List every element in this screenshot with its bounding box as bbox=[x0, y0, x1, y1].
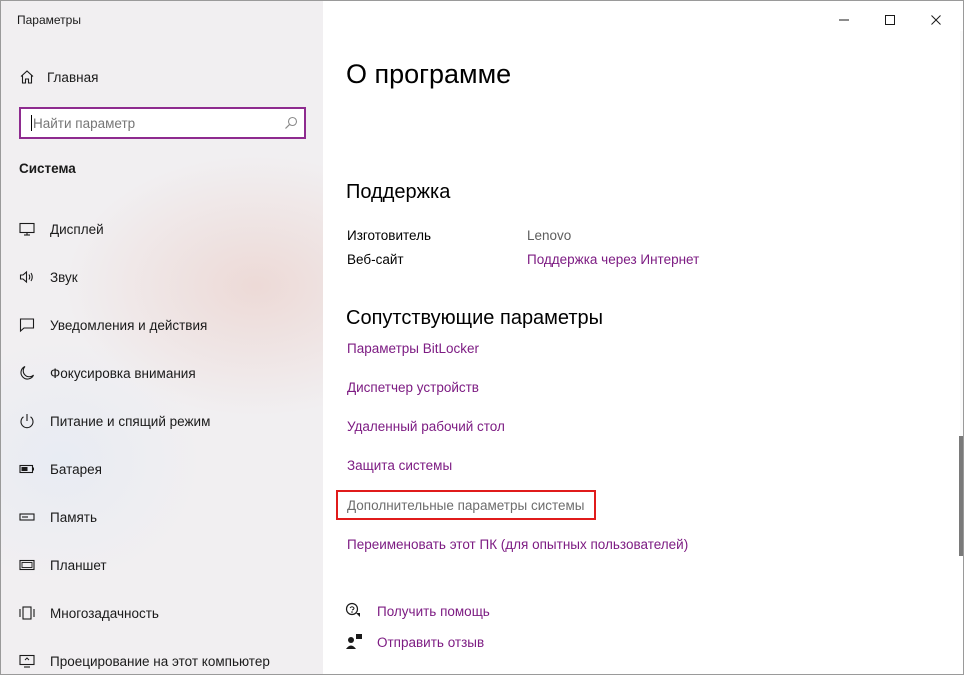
sidebar-item-label: Дисплей bbox=[50, 221, 104, 237]
close-icon bbox=[931, 15, 941, 25]
multitasking-icon bbox=[19, 605, 35, 621]
sidebar-item-label: Уведомления и действия bbox=[50, 317, 208, 333]
moon-icon bbox=[19, 365, 35, 381]
search-icon[interactable] bbox=[284, 116, 298, 130]
send-feedback-link[interactable]: Отправить отзыв bbox=[345, 631, 484, 653]
projection-icon bbox=[19, 653, 35, 669]
sidebar-item-label: Память bbox=[50, 509, 98, 525]
speaker-icon bbox=[19, 269, 35, 285]
help-chat-icon bbox=[345, 602, 363, 620]
sidebar-item-label: Многозадачность bbox=[50, 605, 159, 621]
red-highlight-frame bbox=[336, 490, 596, 520]
feedback-person-icon bbox=[345, 633, 363, 651]
home-label: Главная bbox=[47, 69, 99, 85]
system-protection-link[interactable]: Защита системы bbox=[347, 458, 452, 473]
sidebar-item-label: Фокусировка внимания bbox=[50, 365, 196, 381]
close-button[interactable] bbox=[913, 5, 959, 35]
send-feedback-label: Отправить отзыв bbox=[377, 634, 485, 650]
sidebar-item-sound[interactable]: Звук bbox=[19, 265, 78, 289]
section-title-system: Система bbox=[19, 161, 76, 176]
sidebar-item-storage[interactable]: Память bbox=[19, 505, 97, 529]
sidebar-item-display[interactable]: Дисплей bbox=[19, 217, 104, 241]
sidebar-item-power-sleep[interactable]: Питание и спящий режим bbox=[19, 409, 210, 433]
get-help-link[interactable]: Получить помощь bbox=[345, 600, 490, 622]
sidebar-item-label: Планшет bbox=[50, 557, 107, 573]
main-content: О программе Поддержка Изготовитель Lenov… bbox=[323, 1, 963, 674]
monitor-icon bbox=[19, 221, 35, 237]
sidebar-item-projection[interactable]: Проецирование на этот компьютер bbox=[19, 649, 270, 673]
home-icon bbox=[20, 70, 34, 84]
remote-desktop-link[interactable]: Удаленный рабочий стол bbox=[347, 419, 505, 434]
maximize-button[interactable] bbox=[867, 5, 913, 35]
search-input[interactable] bbox=[33, 109, 283, 137]
sidebar-item-focus-assist[interactable]: Фокусировка внимания bbox=[19, 361, 196, 385]
sidebar: Параметры Главная Система Дисплей Звук У… bbox=[1, 1, 323, 674]
sidebar-item-label: Батарея bbox=[50, 461, 102, 477]
bitlocker-link[interactable]: Параметры BitLocker bbox=[347, 341, 479, 356]
storage-icon bbox=[19, 509, 35, 525]
sidebar-item-label: Звук bbox=[50, 269, 78, 285]
power-icon bbox=[19, 413, 35, 429]
sidebar-item-battery[interactable]: Батарея bbox=[19, 457, 102, 481]
support-website-link[interactable]: Поддержка через Интернет bbox=[527, 252, 699, 267]
support-heading: Поддержка bbox=[346, 181, 451, 203]
sidebar-item-notifications[interactable]: Уведомления и действия bbox=[19, 313, 207, 337]
sidebar-item-multitasking[interactable]: Многозадачность bbox=[19, 601, 159, 625]
app-title: Параметры bbox=[17, 13, 81, 27]
sidebar-item-label: Проецирование на этот компьютер bbox=[50, 653, 270, 669]
sidebar-item-label: Питание и спящий режим bbox=[50, 413, 211, 429]
device-manager-link[interactable]: Диспетчер устройств bbox=[347, 380, 479, 395]
related-settings-heading: Сопутствующие параметры bbox=[346, 307, 604, 329]
minimize-icon bbox=[839, 19, 849, 21]
minimize-button[interactable] bbox=[821, 5, 867, 35]
get-help-label: Получить помощь bbox=[377, 603, 490, 619]
sidebar-item-tablet[interactable]: Планшет bbox=[19, 553, 107, 577]
scrollbar-thumb[interactable] bbox=[959, 436, 963, 556]
website-label: Веб-сайт bbox=[347, 252, 404, 267]
battery-icon bbox=[19, 461, 35, 477]
sidebar-item-home[interactable]: Главная bbox=[19, 67, 98, 87]
text-caret bbox=[31, 115, 32, 131]
page-title: О программе bbox=[346, 59, 512, 89]
tablet-icon bbox=[19, 557, 35, 573]
search-box[interactable] bbox=[19, 107, 306, 139]
manufacturer-value: Lenovo bbox=[527, 228, 572, 243]
rename-pc-link[interactable]: Переименовать этот ПК (для опытных польз… bbox=[347, 537, 688, 552]
manufacturer-label: Изготовитель bbox=[347, 228, 431, 243]
notification-icon bbox=[19, 317, 35, 333]
settings-window: Параметры Главная Система Дисплей Звук У… bbox=[0, 0, 964, 675]
maximize-icon bbox=[885, 15, 895, 25]
